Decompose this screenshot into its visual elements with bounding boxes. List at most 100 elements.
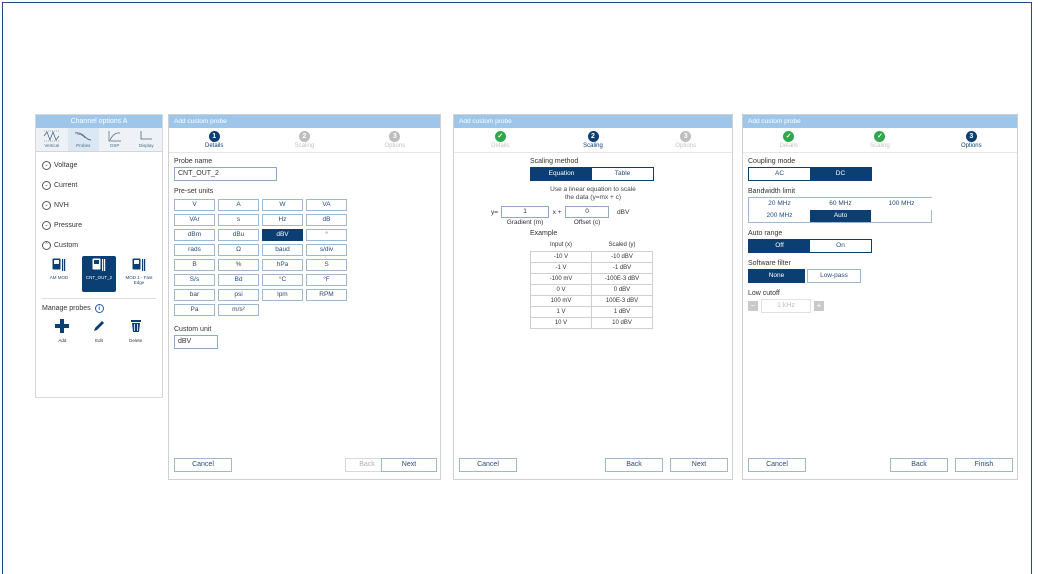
unit-button[interactable]: Ω [218,244,259,256]
tab-display[interactable]: Display [131,128,163,151]
unit-button[interactable]: lpm [262,289,303,301]
unit-button[interactable]: s/div [306,244,347,256]
category-label: Voltage [54,161,78,169]
table-cell: 1 dBV [591,305,653,318]
next-button[interactable]: Next [381,458,437,472]
unit-button[interactable]: baud [262,244,303,256]
table-row: 100 mV 100E-3 dBV [530,294,653,307]
y-equals-label: y= [491,208,499,216]
unit-button[interactable]: B [174,259,215,271]
auto-range-off-option[interactable]: Off [749,240,810,252]
gradient-caption: Gradient (m) [506,219,544,226]
bandwidth-option[interactable]: 100 MHz [871,198,932,210]
bandwidth-option[interactable]: 20 MHz [749,198,810,210]
finish-button[interactable]: Finish [955,458,1013,472]
checkmark-icon: ✓ [494,131,506,142]
probe-mod-1-fast-edge[interactable]: MOD 1 - Fast Edge [122,256,156,292]
unit-button[interactable]: W [262,199,303,211]
bandwidth-option[interactable]: Auto [810,210,871,222]
category-pressure[interactable]: ⌄ Pressure [36,215,162,235]
unit-button[interactable]: dBV [262,229,303,241]
unit-button[interactable]: S [306,259,347,271]
filter-lowpass-option[interactable]: Low-pass [808,270,860,282]
category-custom[interactable]: ⌃ Custom [36,235,162,255]
gradient-input[interactable]: 1 [501,206,549,218]
offset-input[interactable]: 0 [565,206,609,218]
cancel-button[interactable]: Cancel [748,458,806,472]
back-button[interactable]: Back [890,458,948,472]
step-options: 3 Options [350,128,440,152]
probe-label: MOD 1 - Fast Edge [125,275,153,285]
table-option[interactable]: Table [592,168,653,180]
step-label: Scaling [870,143,890,149]
equation-option[interactable]: Equation [531,168,592,180]
category-voltage[interactable]: ⌄ Voltage [36,155,162,175]
add-probe-button[interactable]: Add [47,319,77,343]
coupling-ac-option[interactable]: AC [749,168,810,180]
table-header: Input (x) [530,240,592,252]
unit-button[interactable]: °F [306,274,347,286]
bandwidth-option[interactable]: 60 MHz [810,198,871,210]
delete-probe-button[interactable]: Delete [121,319,151,343]
auto-range-on-option[interactable]: On [810,240,871,252]
table-header: Scaled (y) [591,240,653,252]
probe-cnt-out-2[interactable]: CNT_OUT_2 [82,256,116,292]
example-label: Example [530,230,558,237]
unit-button[interactable]: psi [218,289,259,301]
unit-button[interactable]: % [218,259,259,271]
tab-probes[interactable]: Probes [67,128,99,151]
low-cutoff-label: Low cutoff [748,290,780,297]
unit-button[interactable]: Hz [262,214,303,226]
unit-button[interactable]: °C [262,274,303,286]
step-number-icon: 3 [680,131,692,142]
category-nvh[interactable]: ⌄ NVH [36,195,162,215]
unit-button[interactable]: Pa [174,304,215,316]
info-icon[interactable]: i [94,304,104,313]
custom-unit-input[interactable]: dBV [174,335,218,349]
probe-name-input[interactable]: CNT_OUT_2 [174,167,277,181]
unit-button[interactable]: A [218,199,259,211]
category-current[interactable]: ⌄ Current [36,175,162,195]
edit-probe-button[interactable]: Edit [84,319,114,343]
unit-button[interactable]: dB [306,214,347,226]
wizard-steps: ✓ Details ✓ Scaling 3 Options [743,128,1017,153]
channel-options-tabs: Vertical Probes DSP Display [36,128,162,152]
table-row: -10 V -10 dBV [530,250,653,263]
unit-button[interactable]: ° [306,229,347,241]
coupling-mode-label: Coupling mode [748,158,796,165]
unit-button[interactable]: VA [306,199,347,211]
tab-dsp[interactable]: DSP [99,128,131,151]
low-cutoff-input[interactable]: 1 kHz [761,299,811,313]
auto-range-toggle: Off On [748,239,872,253]
unit-button[interactable]: S/s [174,274,215,286]
preset-units-grid: V A W VA VAr s Hz dB dBm dBu dBV ° rads Ωbaud s/div B% h… [174,199,435,316]
auto-range-label: Auto range [748,230,783,237]
bandwidth-limit-label: Bandwidth limit [748,188,796,195]
cancel-button[interactable]: Cancel [174,458,232,472]
cancel-button[interactable]: Cancel [459,458,517,472]
unit-button[interactable]: rads [174,244,215,256]
table-cell: 10 V [530,316,592,329]
plus-icon[interactable]: + [814,301,824,311]
add-label: Add [58,338,67,343]
probe-am-mod[interactable]: AM MOD [42,256,76,292]
unit-button[interactable]: bar [174,289,215,301]
unit-button[interactable]: dBu [218,229,259,241]
tab-probes-label: Probes [76,143,91,148]
wizard-options-panel: Add custom probe ✓ Details ✓ Scaling 3 O… [742,114,1018,480]
bandwidth-option[interactable]: 200 MHz [749,210,810,222]
unit-button[interactable]: m/s² [218,304,259,316]
unit-button[interactable]: s [218,214,259,226]
unit-button[interactable]: VAr [174,214,215,226]
unit-button[interactable]: RPM [306,289,347,301]
filter-none-option[interactable]: None [749,270,804,282]
minus-icon[interactable]: − [748,301,758,311]
unit-button[interactable]: dBm [174,229,215,241]
unit-button[interactable]: V [174,199,215,211]
back-button[interactable]: Back [605,458,663,472]
coupling-dc-option[interactable]: DC [810,168,871,180]
unit-button[interactable]: Bd [218,274,259,286]
unit-button[interactable]: hPa [262,259,303,271]
next-button[interactable]: Next [670,458,728,472]
tab-vertical[interactable]: Vertical [36,128,68,151]
